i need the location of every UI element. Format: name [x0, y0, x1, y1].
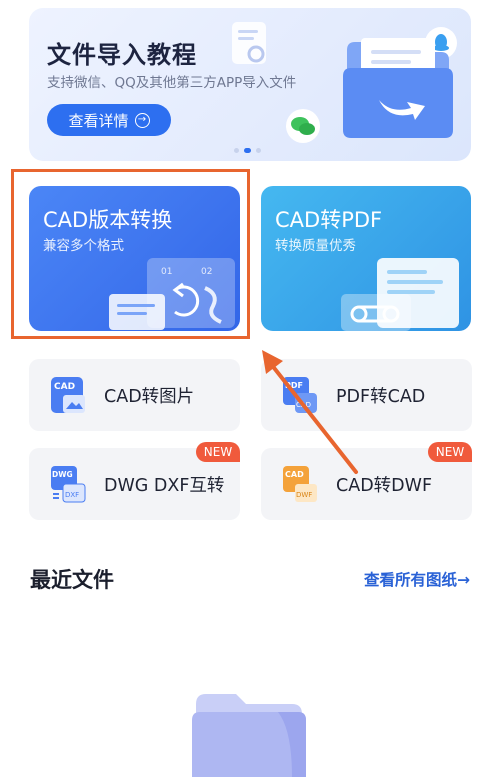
new-badge: NEW	[196, 442, 240, 462]
view-details-label: 查看详情	[68, 111, 129, 130]
card-title: CAD转PDF	[275, 208, 383, 232]
dwg-dxf-convert-tool[interactable]: DWG DXF DWG DXF互转 NEW	[29, 442, 240, 520]
dwf-icon-text: DWF	[296, 491, 312, 499]
tool-label: DWG DXF互转	[104, 476, 225, 496]
highlight-box	[11, 169, 250, 339]
view-all-drawings-link[interactable]: 查看所有图纸→	[364, 568, 470, 590]
cad-icon-text: CAD	[285, 470, 304, 479]
cad-to-image-tool[interactable]: CAD CAD转图片	[29, 359, 240, 431]
dxf-icon-text: DXF	[65, 491, 79, 499]
pdf-convert-illustration-icon	[341, 258, 459, 331]
arrow-right-circle-icon: →	[134, 112, 150, 128]
tool-label: CAD转图片	[104, 387, 195, 407]
wechat-icon	[286, 109, 320, 143]
pagination-dot	[256, 148, 261, 153]
banner-title: 文件导入教程	[47, 41, 197, 69]
cad-to-dwf-tool[interactable]: CAD DWF CAD转DWF NEW	[261, 442, 472, 520]
dwg-dxf-icon: DWG DXF	[51, 466, 86, 503]
dwg-icon-text: DWG	[52, 470, 73, 479]
cad-icon-text: CAD	[54, 382, 75, 392]
new-badge: NEW	[428, 442, 472, 462]
folder-import-icon	[343, 38, 453, 138]
pagination-dot	[234, 148, 239, 153]
cad-icon-text: CAD	[296, 401, 311, 409]
pdf-icon-text: PDF	[285, 381, 303, 390]
view-details-button[interactable]: 查看详情 →	[47, 104, 171, 136]
tool-label: CAD转DWF	[336, 476, 433, 496]
document-search-icon	[232, 22, 266, 64]
card-subtitle: 转换质量优秀	[275, 238, 356, 254]
pdf-to-cad-tool[interactable]: PDF CAD PDF转CAD	[261, 359, 472, 431]
cad-image-icon: CAD	[51, 377, 85, 413]
import-tutorial-banner[interactable]: 文件导入教程 支持微信、QQ及其他第三方APP导入文件 查看详情 →	[29, 8, 471, 161]
pdf-cad-icon: PDF CAD	[283, 377, 317, 413]
cad-to-pdf-card[interactable]: CAD转PDF 转换质量优秀	[261, 186, 471, 331]
recent-files-title: 最近文件	[30, 568, 114, 592]
pagination-dot-active	[244, 148, 251, 153]
empty-folder-icon	[192, 694, 306, 777]
banner-pagination	[234, 148, 261, 153]
cad-dwf-icon: CAD DWF	[283, 466, 317, 502]
tool-label: PDF转CAD	[336, 387, 426, 407]
banner-subtitle: 支持微信、QQ及其他第三方APP导入文件	[47, 75, 297, 91]
